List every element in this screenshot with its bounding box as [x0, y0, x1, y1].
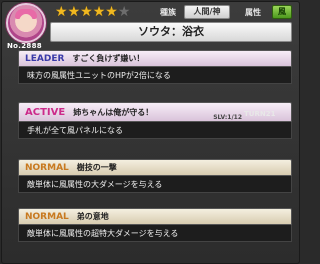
active-skill-turn: TURN21: [244, 110, 276, 118]
active-skill-panel[interactable]: ACTIVE 姉ちゃんは俺が守る！ SLV:1/12 手札が全て風パネルになる: [18, 102, 292, 139]
attribute-label: 属性: [245, 8, 261, 17]
normal-skill-1-description: 敵単体に風属性の大ダメージを与える: [18, 176, 292, 193]
leader-skill-name: すごく負けず嫌い！: [72, 54, 145, 63]
leader-skill-description: 味方の風属性ユニットのHPが2倍になる: [18, 67, 292, 84]
normal-skill-2-description: 敵単体に風属性の超特大ダメージを与える: [18, 225, 292, 242]
skill-level: SLV:1/12: [213, 114, 242, 121]
character-avatar[interactable]: [6, 3, 46, 43]
star-filled-icon: ★: [92, 4, 106, 20]
race-label: 種族: [160, 8, 176, 17]
star-filled-icon: ★: [80, 4, 93, 20]
leader-skill-panel[interactable]: LEADER すごく負けず嫌い！ 味方の風属性ユニットのHPが2倍になる: [18, 50, 292, 84]
active-skill-description: 手札が全て風パネルになる: [18, 122, 292, 139]
normal-skill-1-name: 樹技の一撃: [76, 163, 117, 172]
normal-skill-2-panel[interactable]: NORMAL 弟の意地 敵単体に風属性の超特大ダメージを与える: [18, 208, 292, 242]
normal-skill-2-header: NORMAL 弟の意地: [18, 208, 292, 225]
normal-skill-1-header: NORMAL 樹技の一撃: [18, 159, 292, 176]
normal-2-type-label: NORMAL: [25, 211, 69, 222]
active-type-label: ACTIVE: [25, 106, 66, 118]
avatar-face: [19, 14, 33, 30]
leader-skill-header: LEADER すごく負けず嫌い！: [18, 50, 292, 67]
normal-skill-1-panel[interactable]: NORMAL 樹技の一撃 敵単体に風属性の大ダメージを与える: [18, 159, 292, 193]
star-filled-icon: ★: [67, 4, 81, 20]
card-number: No.2888: [7, 42, 42, 50]
character-name: ソウタ：浴衣: [50, 22, 292, 42]
leader-type-label: LEADER: [25, 53, 65, 64]
star-empty-icon: ★: [117, 4, 131, 20]
star-filled-icon: ★: [105, 4, 118, 20]
rarity-stars: ★ ★ ★ ★ ★ ★: [55, 5, 130, 19]
attribute-badge: 風: [272, 5, 292, 19]
star-filled-icon: ★: [55, 4, 68, 20]
normal-1-type-label: NORMAL: [25, 162, 69, 173]
normal-skill-2-name: 弟の意地: [76, 212, 109, 221]
active-skill-name: 姉ちゃんは俺が守る！: [73, 107, 154, 117]
race-value: 人間/神: [184, 5, 230, 19]
